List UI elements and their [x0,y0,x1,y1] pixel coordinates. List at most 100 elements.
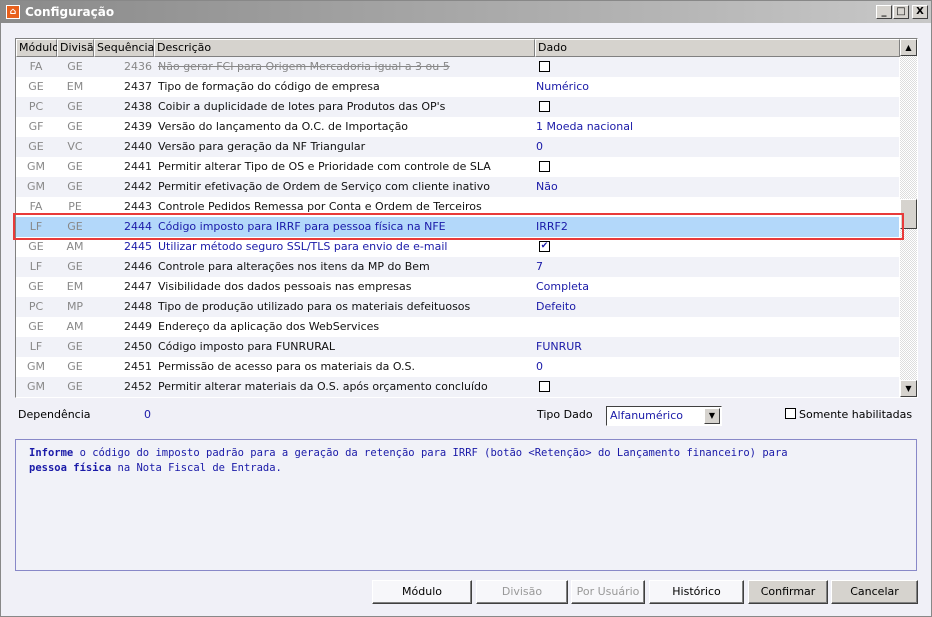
cell-divisao: GE [67,160,83,173]
table-row[interactable]: FA GE 2436 Não gerar FCI para Origem Mercad… [16,57,899,77]
cell-modulo: FA [29,60,43,73]
cell-divisao: GE [67,260,83,273]
info-bold: pessoa física [29,462,112,474]
cell-modulo: PC [28,100,44,113]
cell-modulo: GM [26,160,45,173]
table-row[interactable]: PC GE 2438 Coibir a duplicidade de lotes pa… [16,97,899,117]
cell-sequencia: 2440 [124,140,152,153]
table-row[interactable]: GM GE 2451 Permissão de acesso para os mate… [16,357,899,377]
table-row[interactable]: GE EM 2437 Tipo de formação do código de em… [16,77,899,97]
table-row[interactable]: FA PE 2443 Controle Pedidos Remessa por Con… [16,197,899,217]
cell-sequencia: 2447 [124,280,152,293]
table-row[interactable]: GF GE 2439 Versão do lançamento da O.C. de … [16,117,899,137]
cell-dado: FUNRUR [536,340,582,353]
table-row[interactable]: LF GE 2444 Código imposto para IRRF para pe… [16,217,899,237]
cell-descricao: Permissão de acesso para os materiais da… [158,360,416,373]
cell-sequencia: 2439 [124,120,152,133]
cell-descricao: Versão para geração da NF Triangular [158,140,366,153]
table-row[interactable]: LF GE 2450 Código imposto para FUNRURAL FUNR… [16,337,899,357]
cell-sequencia: 2448 [124,300,152,313]
historico-button[interactable]: Histórico [649,580,744,604]
tipo-dado-select[interactable]: Alfanumérico ▼ [606,406,722,426]
table-row[interactable]: GM GE 2452 Permitir alterar materiais da O.… [16,377,899,397]
cell-modulo: GM [26,360,45,373]
cell-modulo: LF [29,220,43,233]
cell-divisao: VC [67,140,83,153]
maximize-button[interactable]: □ [893,5,909,19]
vertical-scrollbar[interactable]: ▲ ▼ [900,39,917,397]
header-dado[interactable]: Dado [535,39,900,57]
dado-checkbox[interactable]: ✔ [539,240,550,252]
dado-checkbox[interactable] [539,380,550,392]
cell-sequencia: 2441 [124,160,152,173]
cell-sequencia: 2445 [124,240,152,253]
cell-modulo: GM [26,180,45,193]
table-row[interactable]: GE EM 2447 Visibilidade dos dados pessoais … [16,277,899,297]
cell-sequencia: 2449 [124,320,152,333]
dado-checkbox[interactable] [539,60,550,72]
cell-divisao: GE [67,100,83,113]
cell-descricao: Tipo de formação do código de empresa [158,80,380,93]
table-row[interactable]: GE AM 2449 Endereço da aplicação dos WebSer… [16,317,899,337]
modulo-button[interactable]: Módulo [372,580,472,604]
header-descricao[interactable]: Descrição [154,39,535,57]
table-row[interactable]: GM GE 2442 Permitir efetivação de Ordem de … [16,177,899,197]
cell-descricao: Controle Pedidos Remessa por Conta e Ord… [158,200,482,213]
por-usuario-button[interactable]: Por Usuário [571,580,645,604]
cell-divisao: EM [66,280,84,293]
info-bold: Informe [29,447,74,459]
header-modulo[interactable]: Módulo [16,39,59,57]
dado-checkbox[interactable] [539,160,550,172]
cell-descricao: Permitir efetivação de Ordem de Serviço … [158,180,490,193]
cell-sequencia: 2443 [124,200,152,213]
chevron-down-icon[interactable]: ▼ [704,408,720,424]
header-sequencia[interactable]: Sequência [94,39,154,57]
dado-checkbox[interactable] [539,100,550,112]
cell-dado: IRRF2 [536,220,568,233]
cell-divisao: AM [66,240,84,253]
scroll-up-button[interactable]: ▲ [900,39,917,56]
scroll-thumb[interactable] [900,199,917,229]
cell-descricao: Permitir alterar Tipo de OS e Prioridade… [158,160,491,173]
description-box: Informe o código do imposto padrão para … [15,439,917,571]
cell-divisao: GE [67,220,83,233]
table-row[interactable]: PC MP 2448 Tipo de produção utilizado para … [16,297,899,317]
dependencia-label: Dependência [18,408,91,421]
scroll-down-button[interactable]: ▼ [900,380,917,397]
cell-sequencia: 2436 [124,60,152,73]
tipo-dado-value: Alfanumérico [610,409,683,422]
cell-sequencia: 2442 [124,180,152,193]
tipo-dado-label: Tipo Dado [537,408,593,421]
cell-dado: Numérico [536,80,590,93]
divisao-button[interactable]: Divisão [476,580,568,604]
cell-sequencia: 2437 [124,80,152,93]
cell-sequencia: 2450 [124,340,152,353]
cell-divisao: EM [66,80,84,93]
table-row[interactable]: GE VC 2440 Versão para geração da NF Triang… [16,137,899,157]
cell-descricao: Visibilidade dos dados pessoais nas empr… [158,280,412,293]
cell-sequencia: 2452 [124,380,152,393]
confirmar-button[interactable]: Confirmar [748,580,828,604]
cell-modulo: GF [28,120,44,133]
cell-dado: 1 Moeda nacional [536,120,634,133]
cancelar-button[interactable]: Cancelar [831,580,918,604]
cell-divisao: GE [67,340,83,353]
window-title: Configuração [25,5,115,19]
header-divisao[interactable]: Divisão [57,39,100,57]
minimize-button[interactable]: _ [876,5,892,19]
cell-divisao: GE [67,380,83,393]
cell-modulo: GE [28,80,44,93]
somente-habilitadas-label[interactable]: Somente habilitadas [799,408,912,421]
table-row[interactable]: GM GE 2441 Permitir alterar Tipo de OS e Pr… [16,157,899,177]
cell-divisao: GE [67,360,83,373]
dependencia-value: 0 [144,408,151,421]
close-button[interactable]: X [912,5,928,19]
config-grid: Módulo Divisão Sequência Descrição Dado … [15,38,918,398]
cell-divisao: PE [68,200,82,213]
somente-habilitadas-checkbox[interactable] [785,408,796,419]
cell-divisao: GE [67,60,83,73]
table-row[interactable]: LF GE 2446 Controle para alterações nos ite… [16,257,899,277]
cell-descricao: Endereço da aplicação dos WebServices [158,320,380,333]
table-row[interactable]: GE AM 2445 Utilizar método seguro SSL/TLS p… [16,237,899,257]
cell-modulo: LF [29,340,43,353]
